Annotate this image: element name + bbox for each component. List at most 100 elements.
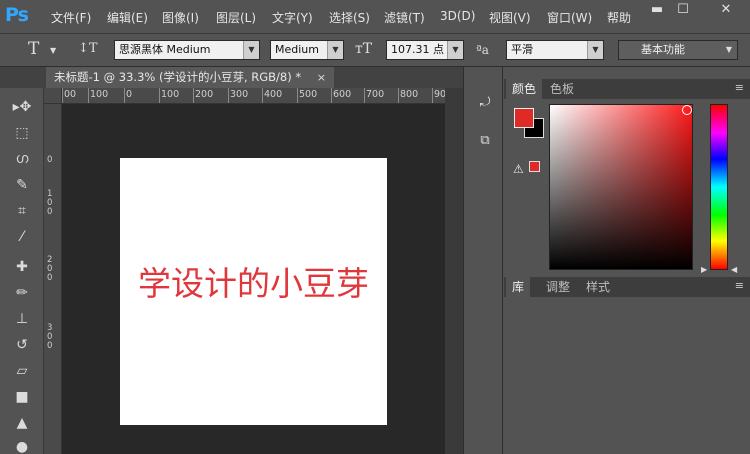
document-canvas[interactable]: 学设计的小豆芽 <box>120 158 387 425</box>
gamut-warning-icon: ⚠ <box>513 162 524 176</box>
tab-color[interactable]: 颜色 <box>506 79 543 99</box>
ruler-label: 100 <box>161 89 180 100</box>
font-family-select[interactable]: 思源黑体 Medium ▼ <box>114 40 260 60</box>
ruler-label: 2 0 0 <box>47 255 53 283</box>
font-style-value: Medium <box>275 43 319 56</box>
hue-slider-arrow-icon[interactable]: ▶ <box>701 265 707 274</box>
tab-adjustments[interactable]: 调整 <box>540 277 576 297</box>
ruler-tick <box>124 88 125 103</box>
panel-menu-icon[interactable]: ≡ <box>735 81 744 94</box>
tools-panel: ▸✥ ⬚ ഗ ✎ ⌗ ⁄ ✚ ✏ ⊥ ↺ ▱ ■ ▲ ● <box>0 88 44 454</box>
ruler-label: 0 <box>47 155 53 165</box>
ruler-tick <box>193 88 194 103</box>
ruler-tick <box>228 88 229 103</box>
text-layer[interactable]: 学设计的小豆芽 <box>120 257 387 305</box>
menu-help[interactable]: 帮助 <box>607 9 631 26</box>
ruler-label: 500 <box>299 89 318 100</box>
foreground-color-swatch[interactable] <box>514 108 534 128</box>
ruler-label: 800 <box>400 89 419 100</box>
color-picker-marker[interactable] <box>682 105 692 115</box>
ruler-tick <box>398 88 399 103</box>
antialias-select[interactable]: 平滑 ▼ <box>506 40 604 60</box>
gradient-tool-icon[interactable]: ■ <box>8 386 36 408</box>
ruler-tick <box>62 88 63 103</box>
close-window-button[interactable]: ✕ <box>706 0 746 22</box>
workspace-value: 基本功能 <box>641 43 685 56</box>
move-tool-icon[interactable]: ▸✥ <box>8 96 36 118</box>
blur-tool-icon[interactable]: ▲ <box>8 412 36 434</box>
ruler-tick <box>331 88 332 103</box>
document-tab[interactable]: 未标题-1 @ 33.3% (学设计的小豆芽, RGB/8) * × <box>46 67 334 88</box>
menu-type[interactable]: 文字(Y) <box>272 9 313 26</box>
quick-select-tool-icon[interactable]: ✎ <box>8 174 36 196</box>
color-panel-tabs: 颜色 色板 ≡ <box>504 79 750 99</box>
ruler-label: 300 <box>230 89 249 100</box>
crop-tool-icon[interactable]: ⌗ <box>8 200 36 222</box>
dodge-tool-icon[interactable]: ● <box>8 436 36 454</box>
tab-swatches[interactable]: 色板 <box>544 79 580 99</box>
ruler-label: 200 <box>195 89 214 100</box>
toggle-orientation-icon[interactable]: ↕T <box>78 41 98 56</box>
chevron-down-icon: ▼ <box>447 41 463 59</box>
type-tool-preset-icon[interactable]: T <box>28 39 39 59</box>
vertical-scrollbar[interactable] <box>445 88 463 454</box>
menu-layer[interactable]: 图层(L) <box>216 9 256 26</box>
panel-menu-icon[interactable]: ≡ <box>735 279 744 292</box>
chevron-down-icon: ▼ <box>327 41 343 59</box>
ruler-label: 700 <box>366 89 385 100</box>
horizontal-ruler[interactable]: 00 100 0 100 200 300 400 500 600 700 800… <box>62 88 445 104</box>
eyedropper-tool-icon[interactable]: ⁄ <box>8 226 36 248</box>
right-panel-column: 颜色 色板 ≡ ⚠ ▶ ◀ 库 调整 样式 ≡ <box>504 67 750 454</box>
marquee-tool-icon[interactable]: ⬚ <box>8 122 36 144</box>
gamut-warning-swatch[interactable] <box>529 161 540 172</box>
brush-tool-icon[interactable]: ✏ <box>8 282 36 304</box>
canvas-workspace[interactable]: 学设计的小豆芽 <box>62 104 445 454</box>
ruler-tick <box>432 88 433 103</box>
tab-styles[interactable]: 样式 <box>580 277 616 297</box>
ruler-tick <box>159 88 160 103</box>
tab-libraries[interactable]: 库 <box>506 277 531 297</box>
color-picker-field[interactable] <box>549 104 693 270</box>
preset-dropdown-arrow-icon[interactable]: ▼ <box>50 46 56 55</box>
document-tab-bar: 未标题-1 @ 33.3% (学设计的小豆芽, RGB/8) * × <box>0 67 463 88</box>
antialias-value: 平滑 <box>511 43 533 56</box>
document-tab-title: 未标题-1 @ 33.3% (学设计的小豆芽, RGB/8) * <box>54 70 302 84</box>
ruler-label: 1 0 0 <box>47 189 53 217</box>
history-brush-tool-icon[interactable]: ↺ <box>8 334 36 356</box>
hue-slider[interactable] <box>710 104 728 270</box>
ruler-label: 0 <box>126 89 133 100</box>
maximize-button[interactable]: ☐ <box>668 0 698 22</box>
lasso-tool-icon[interactable]: ഗ <box>8 148 36 170</box>
ruler-origin[interactable] <box>44 88 62 104</box>
healing-brush-tool-icon[interactable]: ✚ <box>8 256 36 278</box>
workspace-select[interactable]: 基本功能 ▼ <box>618 40 738 60</box>
menu-3d[interactable]: 3D(D) <box>440 9 475 23</box>
menu-file[interactable]: 文件(F) <box>51 9 91 26</box>
chevron-down-icon: ▼ <box>721 41 737 59</box>
ruler-label: 00 <box>64 89 77 100</box>
font-size-icon: тT <box>355 41 373 57</box>
menu-window[interactable]: 窗口(W) <box>547 9 592 26</box>
close-icon[interactable]: × <box>317 67 326 88</box>
menu-filter[interactable]: 滤镜(T) <box>384 9 425 26</box>
menu-image[interactable]: 图像(I) <box>162 9 199 26</box>
menu-bar: Ps 文件(F) 编辑(E) 图像(I) 图层(L) 文字(Y) 选择(S) 滤… <box>0 0 750 34</box>
font-size-value: 107.31 点 <box>391 43 444 56</box>
ruler-label: 600 <box>333 89 352 100</box>
menu-edit[interactable]: 编辑(E) <box>107 9 148 26</box>
font-size-input[interactable]: 107.31 点 ▼ <box>386 40 464 60</box>
3d-panel-icon[interactable]: ⧉ <box>474 133 496 153</box>
history-panel-icon[interactable]: ⤾ <box>474 95 496 115</box>
ruler-label: 3 0 0 <box>47 323 53 351</box>
stamp-tool-icon[interactable]: ⊥ <box>8 308 36 330</box>
vertical-ruler[interactable]: 0 1 0 0 2 0 0 3 0 0 <box>44 104 62 454</box>
font-family-value: 思源黑体 Medium <box>119 43 211 56</box>
ruler-tick <box>262 88 263 103</box>
font-style-select[interactable]: Medium ▼ <box>270 40 344 60</box>
collapsed-panel-dock: ⤾ ⧉ <box>463 67 503 454</box>
menu-select[interactable]: 选择(S) <box>329 9 370 26</box>
hue-slider-arrow-icon[interactable]: ◀ <box>731 265 737 274</box>
eraser-tool-icon[interactable]: ▱ <box>8 360 36 382</box>
menu-view[interactable]: 视图(V) <box>489 9 531 26</box>
chevron-down-icon: ▼ <box>243 41 259 59</box>
